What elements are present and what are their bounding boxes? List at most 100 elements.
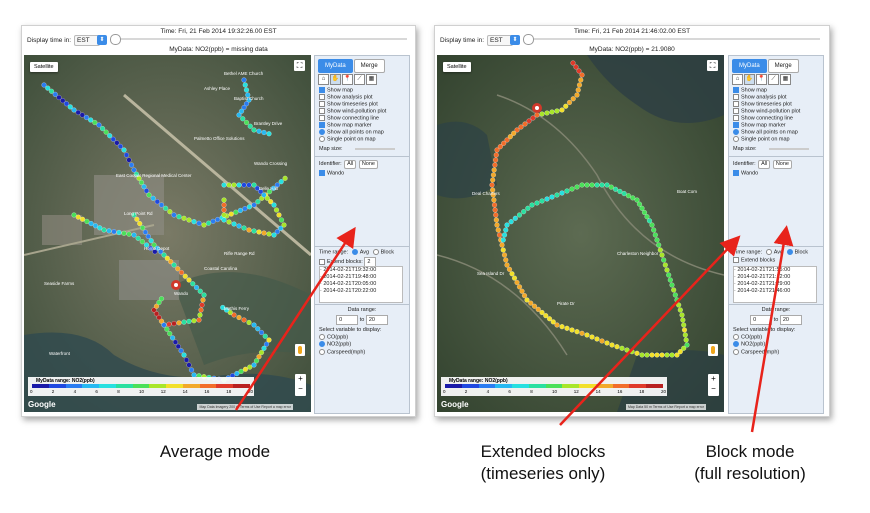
track-point[interactable] (246, 204, 253, 210)
track-point[interactable] (492, 157, 499, 163)
track-point[interactable] (240, 116, 246, 122)
track-point[interactable] (493, 152, 499, 158)
track-point[interactable] (114, 140, 120, 146)
track-point[interactable] (169, 335, 176, 341)
track-point[interactable] (163, 205, 169, 211)
track-point[interactable] (197, 288, 203, 294)
time-block-list[interactable]: · 2014-02-21T21:55:00 · 2014-02-21T21:12:… (733, 266, 817, 303)
track-point[interactable] (491, 167, 497, 173)
track-point[interactable] (75, 109, 81, 116)
track-point[interactable] (256, 128, 262, 134)
track-point[interactable] (97, 225, 103, 231)
track-point[interactable] (666, 272, 672, 278)
track-point[interactable] (243, 87, 250, 93)
track-point[interactable] (138, 179, 145, 186)
track-point[interactable] (576, 68, 582, 74)
track-point[interactable] (116, 229, 122, 236)
track-point[interactable] (659, 252, 665, 258)
map-size-slider[interactable] (355, 148, 395, 150)
track-point[interactable] (134, 216, 140, 222)
track-point[interactable] (111, 229, 117, 235)
variable-radio[interactable] (733, 341, 739, 348)
track-point[interactable] (79, 216, 86, 222)
track-point[interactable] (247, 364, 253, 370)
track-point[interactable] (525, 205, 531, 211)
track-point[interactable] (196, 220, 202, 226)
identifier-checkbox[interactable] (733, 170, 739, 176)
variable-radio[interactable] (319, 334, 325, 340)
track-point[interactable] (198, 307, 204, 313)
track-point[interactable] (676, 302, 682, 308)
track-point[interactable] (504, 222, 510, 228)
line-chart-icon[interactable]: ⟋ (354, 74, 365, 85)
option-show-connecting-line[interactable]: Show connecting line (733, 115, 800, 122)
track-point[interactable] (262, 333, 268, 339)
map-marker-icon[interactable] (532, 103, 542, 113)
track-point[interactable] (226, 182, 232, 188)
track-point[interactable] (589, 182, 595, 188)
map-attribution[interactable]: Map Data 50 m Terms of Use Report a map … (626, 404, 706, 410)
track-point[interactable] (534, 112, 540, 118)
track-point[interactable] (263, 341, 270, 347)
map-canvas[interactable]: Bethel AME Church Ashley PlaceBaptist Chu… (24, 55, 311, 412)
track-point[interactable] (501, 252, 508, 258)
avg-radio[interactable] (765, 249, 772, 255)
track-point[interactable] (584, 182, 590, 188)
time-block-item[interactable]: · 2014-02-21T21:55:00 (734, 267, 816, 274)
track-point[interactable] (242, 206, 248, 212)
track-point[interactable] (681, 327, 688, 333)
track-point[interactable] (164, 326, 170, 332)
track-point[interactable] (241, 182, 247, 188)
track-point[interactable] (196, 317, 202, 323)
identifier-checkbox[interactable] (319, 170, 325, 176)
track-point[interactable] (84, 218, 90, 225)
track-point[interactable] (242, 366, 249, 372)
track-point[interactable] (123, 152, 130, 158)
radio[interactable] (319, 129, 325, 136)
track-point[interactable] (273, 207, 280, 213)
block-radio[interactable] (786, 249, 793, 255)
track-point[interactable] (190, 281, 196, 287)
time-block-item[interactable]: · 2014-02-21T20:22:00 (320, 288, 402, 295)
track-point[interactable] (126, 157, 132, 163)
track-point[interactable] (503, 257, 509, 263)
variable-option[interactable]: Carspeed(mph) (319, 348, 365, 356)
track-point[interactable] (549, 109, 555, 115)
option-single-point-on-map[interactable]: Single point on map (319, 136, 386, 143)
zoom-in-icon[interactable]: + (295, 374, 306, 384)
track-point[interactable] (604, 182, 610, 188)
track-point[interactable] (167, 330, 173, 337)
time-slider-handle[interactable] (523, 34, 534, 45)
track-point[interactable] (121, 147, 127, 153)
track-point[interactable] (680, 317, 686, 323)
track-point[interactable] (496, 232, 503, 238)
track-point[interactable] (681, 322, 687, 328)
track-point[interactable] (501, 232, 508, 238)
track-point[interactable] (106, 228, 112, 234)
track-point[interactable] (171, 262, 177, 268)
track-point[interactable] (201, 222, 207, 228)
zoom-out-icon[interactable]: − (708, 384, 719, 394)
track-point[interactable] (117, 143, 124, 150)
track-point[interactable] (609, 342, 615, 348)
track-point[interactable] (261, 230, 267, 236)
track-point[interactable] (175, 266, 181, 272)
map-type-button[interactable]: Satellite (30, 62, 58, 72)
track-point[interactable] (646, 218, 653, 224)
track-point[interactable] (629, 349, 635, 355)
track-point[interactable] (181, 352, 187, 358)
hand-icon[interactable]: ✋ (744, 74, 755, 85)
variable-radio[interactable] (733, 348, 739, 355)
zoom-control[interactable]: + − (295, 374, 306, 396)
track-point[interactable] (575, 87, 581, 93)
track-point[interactable] (539, 111, 545, 117)
option-show-map-marker[interactable]: Show map marker (733, 122, 800, 129)
option-show-timeseries-plot[interactable]: Show timeseries plot (733, 101, 800, 108)
track-point[interactable] (584, 332, 590, 338)
track-point[interactable] (221, 202, 227, 208)
track-point[interactable] (634, 350, 640, 356)
option-show-map[interactable]: Show map (319, 87, 386, 94)
radio[interactable] (319, 136, 325, 143)
track-point[interactable] (166, 321, 172, 327)
checkbox[interactable] (319, 94, 325, 101)
